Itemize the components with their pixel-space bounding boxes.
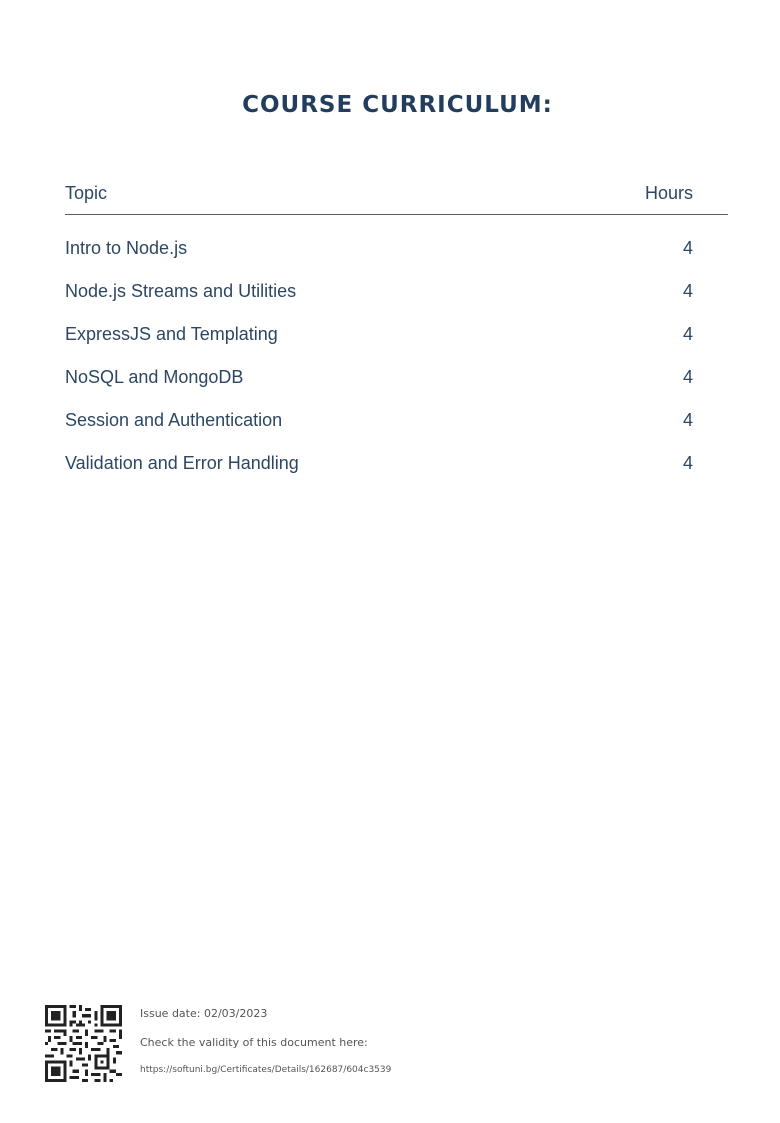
topic-cell: Node.js Streams and Utilities (65, 281, 297, 301)
topic-cell: Intro to Node.js (65, 238, 188, 258)
table-row: NoSQL and MongoDB 4 (65, 367, 728, 410)
curriculum-table: Topic Hours Intro to Node.js 4 Node.js S… (65, 183, 728, 496)
table-row: Validation and Error Handling 4 (65, 453, 728, 496)
topic-cell: Session and Authentication (65, 410, 283, 430)
page-title: COURSE CURRICULUM: (242, 92, 553, 118)
table-row: Intro to Node.js 4 (65, 238, 728, 281)
hours-cell: 4 (682, 410, 693, 430)
validity-url[interactable]: https://softuni.bg/Certificates/Details/… (140, 1065, 391, 1075)
hours-column-header: Hours (644, 183, 693, 203)
hours-cell: 4 (682, 238, 693, 258)
table-body: Intro to Node.js 4 Node.js Streams and U… (65, 238, 728, 496)
table-row: Session and Authentication 4 (65, 410, 728, 453)
topic-cell: ExpressJS and Templating (65, 324, 278, 344)
hours-cell: 4 (682, 367, 693, 387)
topic-cell: Validation and Error Handling (65, 453, 299, 473)
hours-cell: 4 (682, 453, 693, 473)
hours-cell: 4 (682, 281, 693, 301)
table-row: Node.js Streams and Utilities 4 (65, 281, 728, 324)
table-header: Topic Hours (65, 183, 728, 215)
table-row: ExpressJS and Templating 4 (65, 324, 728, 367)
certificate-footer: Issue date: 02/03/2023 Check the validit… (45, 1005, 445, 1083)
issue-date: Issue date: 02/03/2023 (140, 1007, 268, 1020)
validity-check-text: Check the validity of this document here… (140, 1036, 368, 1049)
qr-code-icon (45, 1005, 122, 1082)
hours-cell: 4 (682, 324, 693, 344)
topic-column-header: Topic (65, 183, 108, 203)
topic-cell: NoSQL and MongoDB (65, 367, 244, 387)
